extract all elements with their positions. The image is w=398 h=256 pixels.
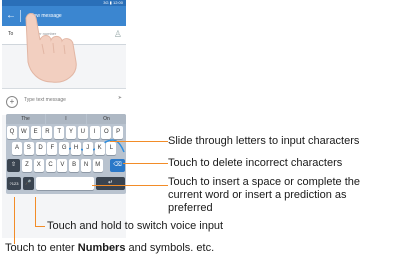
contact-picker-icon[interactable]: ♙ (114, 29, 122, 40)
symbols-key[interactable]: ?123 (7, 177, 21, 190)
key-u[interactable]: U (77, 126, 88, 139)
key-e[interactable]: E (30, 126, 41, 139)
space-bar[interactable] (36, 177, 94, 190)
key-q[interactable]: Q (7, 126, 17, 139)
key-b[interactable]: B (69, 159, 80, 172)
slide-leader-line (110, 141, 168, 142)
callout-space-line1: Touch to insert a space or complete the (168, 176, 360, 188)
key-h[interactable]: H (71, 142, 81, 155)
callout-delete: Touch to delete incorrect characters (168, 157, 343, 169)
callout-slide: Slide through letters to input character… (168, 135, 360, 147)
callout-space-line2: current word or insert a prediction as (168, 189, 347, 201)
key-x[interactable]: X (33, 159, 44, 172)
enter-key[interactable]: ↵ (96, 177, 125, 190)
key-k[interactable]: K (94, 142, 105, 155)
key-a[interactable]: A (12, 142, 22, 155)
key-n[interactable]: N (81, 159, 91, 172)
key-r[interactable]: R (42, 126, 53, 139)
voice-leader-vertical (35, 197, 36, 227)
space-leader-line (92, 185, 168, 186)
callout-voice: Touch and hold to switch voice input (47, 220, 224, 232)
key-l[interactable]: L (106, 142, 117, 155)
key-v[interactable]: V (57, 159, 68, 172)
onscreen-keyboard: The I On ⇧ ⌫ ?123 🎤 ↵ QWERTYUIOPASDFGHJK… (6, 114, 126, 194)
callout-numbers: Touch to enter Numbers and symbols. etc. (5, 242, 214, 254)
message-composer[interactable]: + Type text message ➤ (2, 88, 126, 115)
shift-key[interactable]: ⇧ (7, 159, 20, 172)
delete-leader-line (123, 163, 168, 164)
key-c[interactable]: C (45, 159, 56, 172)
microphone-key[interactable]: 🎤 (23, 177, 34, 190)
key-d[interactable]: D (35, 142, 46, 155)
suggestion-3[interactable]: On (87, 114, 126, 124)
key-i[interactable]: I (89, 126, 100, 139)
key-f[interactable]: F (47, 142, 58, 155)
key-s[interactable]: S (23, 142, 34, 155)
phone-screenshot: 3G ▮ 12:00 ← New message To Enter number… (2, 0, 126, 238)
callout-space-line3: preferred (168, 202, 213, 214)
key-g[interactable]: G (59, 142, 70, 155)
callout-numbers-post: and symbols. etc. (125, 242, 215, 254)
key-p[interactable]: P (113, 126, 124, 139)
suggestion-1[interactable]: The (6, 114, 45, 124)
add-attachment-icon[interactable]: + (6, 96, 18, 108)
key-m[interactable]: M (92, 159, 103, 172)
key-y[interactable]: Y (66, 126, 76, 139)
key-z[interactable]: Z (22, 159, 32, 172)
suggestion-2[interactable]: I (46, 114, 86, 124)
message-input[interactable]: Type text message (24, 97, 66, 103)
voice-leader-line (35, 226, 45, 227)
key-t[interactable]: T (54, 126, 65, 139)
key-o[interactable]: O (101, 126, 112, 139)
delete-key[interactable]: ⌫ (110, 159, 125, 172)
to-label: To (8, 31, 14, 37)
key-w[interactable]: W (18, 126, 29, 139)
send-icon[interactable]: ➤ (118, 95, 122, 101)
numbers-leader-vertical (14, 197, 15, 244)
callout-numbers-bold: Numbers (77, 242, 126, 254)
hand-gesture-icon (25, 13, 77, 83)
key-j[interactable]: J (82, 142, 93, 155)
back-arrow-icon[interactable]: ← (6, 9, 16, 23)
callout-numbers-pre: Touch to enter (5, 242, 78, 254)
